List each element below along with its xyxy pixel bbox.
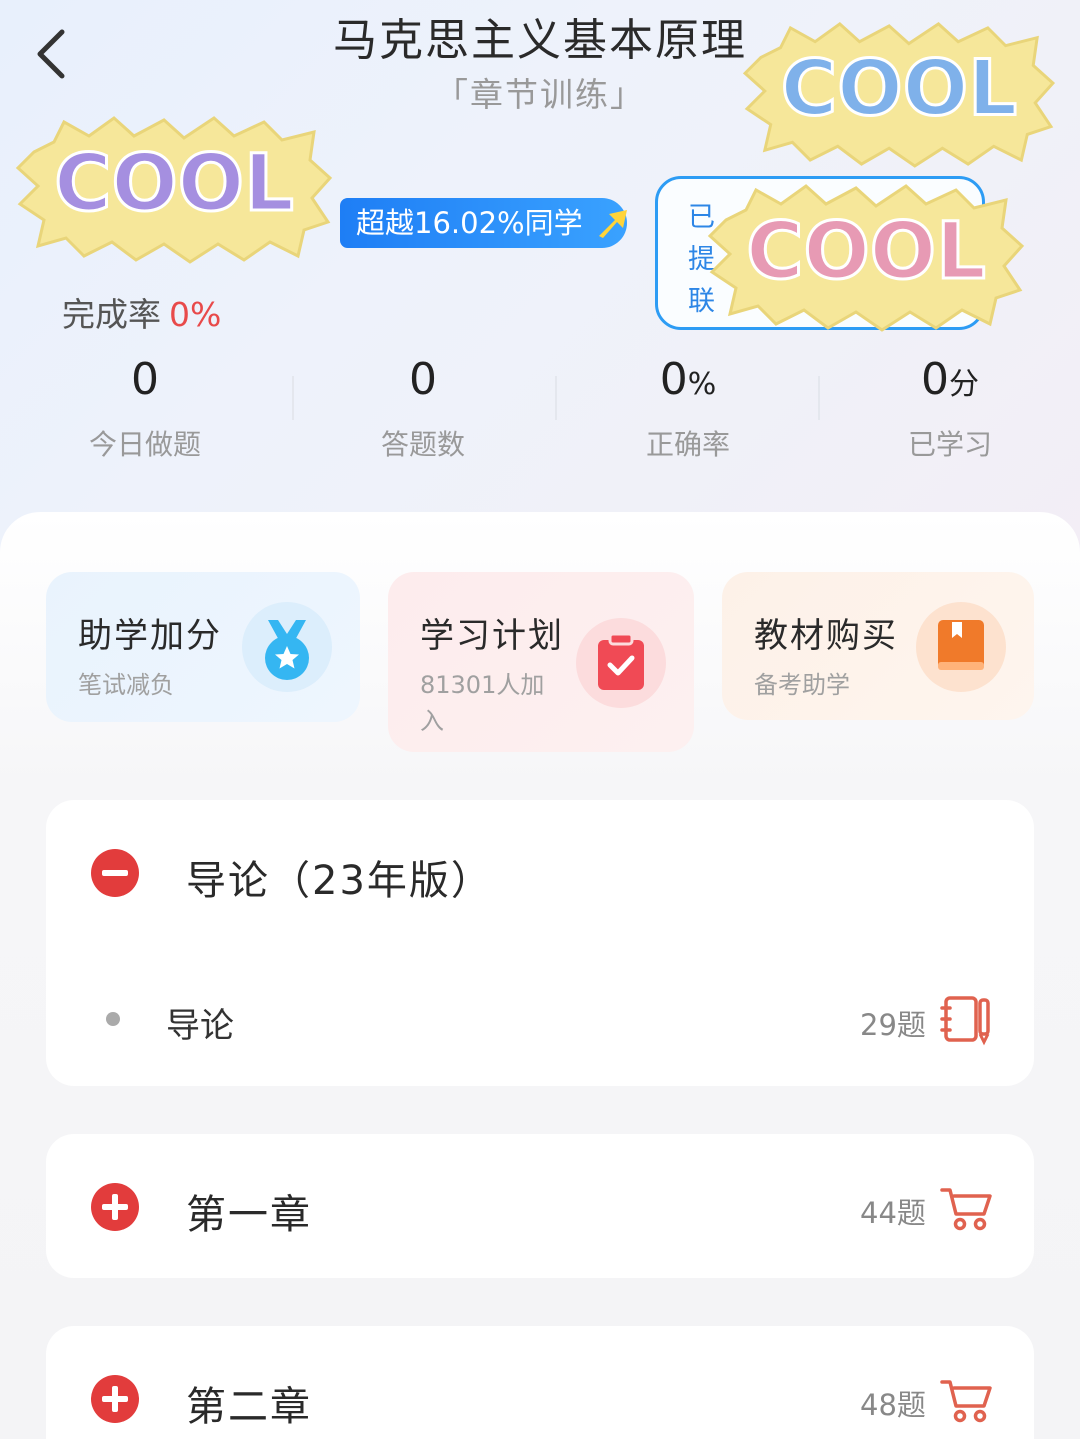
- chapter-title: 导论（23年版）: [186, 858, 493, 904]
- stat-answered: 0 答题数: [323, 352, 523, 463]
- chapter-question-count: 48题: [860, 1388, 926, 1422]
- stat-divider: [818, 376, 820, 420]
- sticker-text: COOL: [781, 45, 1017, 134]
- completion-value: 0%: [169, 295, 222, 334]
- quick-action-assist[interactable]: 助学加分 笔试减负: [46, 572, 360, 722]
- chapter-card[interactable]: 第一章 44题: [46, 1134, 1034, 1278]
- stat-value: 0: [409, 354, 437, 405]
- section-row[interactable]: 导论 29题: [46, 980, 1034, 1060]
- sticker-text: COOL: [54, 139, 294, 229]
- chapter-card[interactable]: 第二章 48题: [46, 1326, 1034, 1439]
- stat-studied: 0分 已学习: [850, 352, 1050, 463]
- cart-icon[interactable]: [940, 1376, 992, 1424]
- expand-icon[interactable]: [90, 1374, 140, 1424]
- cool-sticker: COOL: [742, 22, 1056, 168]
- cool-sticker: COOL: [15, 116, 333, 264]
- collapse-icon[interactable]: [90, 848, 140, 898]
- stat-label: 答题数: [380, 428, 465, 461]
- stat-label: 已学习: [907, 428, 992, 461]
- medal-icon: [242, 602, 332, 692]
- cool-sticker: COOL: [707, 184, 1025, 332]
- chapter-card: 导论（23年版） 导论 29题: [46, 800, 1034, 1086]
- stat-value: 0: [131, 354, 159, 405]
- stat-divider: [292, 376, 294, 420]
- quick-action-subtitle: 81301人加入: [420, 671, 545, 735]
- stat-today-questions: 0 今日做题: [45, 352, 245, 463]
- expand-icon[interactable]: [90, 1182, 140, 1232]
- stat-label: 今日做题: [88, 428, 201, 461]
- chapter-question-count: 44题: [860, 1196, 926, 1230]
- chapter-title: 第一章: [186, 1192, 312, 1238]
- chapter-title: 第二章: [186, 1384, 312, 1430]
- section-question-count: 29题: [860, 1008, 926, 1042]
- sticker-text: COOL: [746, 207, 986, 297]
- cart-icon[interactable]: [940, 1184, 992, 1232]
- beat-percent-text: 超越16.02%同学: [356, 206, 583, 240]
- stat-accuracy: 0% 正确率: [588, 352, 788, 463]
- stat-divider: [555, 376, 557, 420]
- completion-rate: 完成率 0%: [62, 288, 221, 336]
- chapter-header[interactable]: 导论（23年版）: [46, 800, 1034, 946]
- bullet-dot: [106, 1012, 120, 1026]
- completion-label: 完成率: [62, 295, 161, 334]
- quick-action-study-plan[interactable]: 学习计划 81301人加入: [388, 572, 694, 752]
- stat-value: 0%: [659, 354, 717, 405]
- beat-percent-badge: 超越16.02%同学: [340, 198, 627, 248]
- trend-arrow-icon: [598, 210, 627, 238]
- notebook-pen-icon[interactable]: [940, 992, 992, 1046]
- quick-action-textbook[interactable]: 教材购买 备考助学: [722, 572, 1034, 720]
- section-title: 导论: [166, 1006, 234, 1046]
- clipboard-check-icon: [576, 618, 666, 708]
- stat-value: 0分: [921, 354, 979, 405]
- stat-label: 正确率: [645, 428, 730, 461]
- book-icon: [916, 602, 1006, 692]
